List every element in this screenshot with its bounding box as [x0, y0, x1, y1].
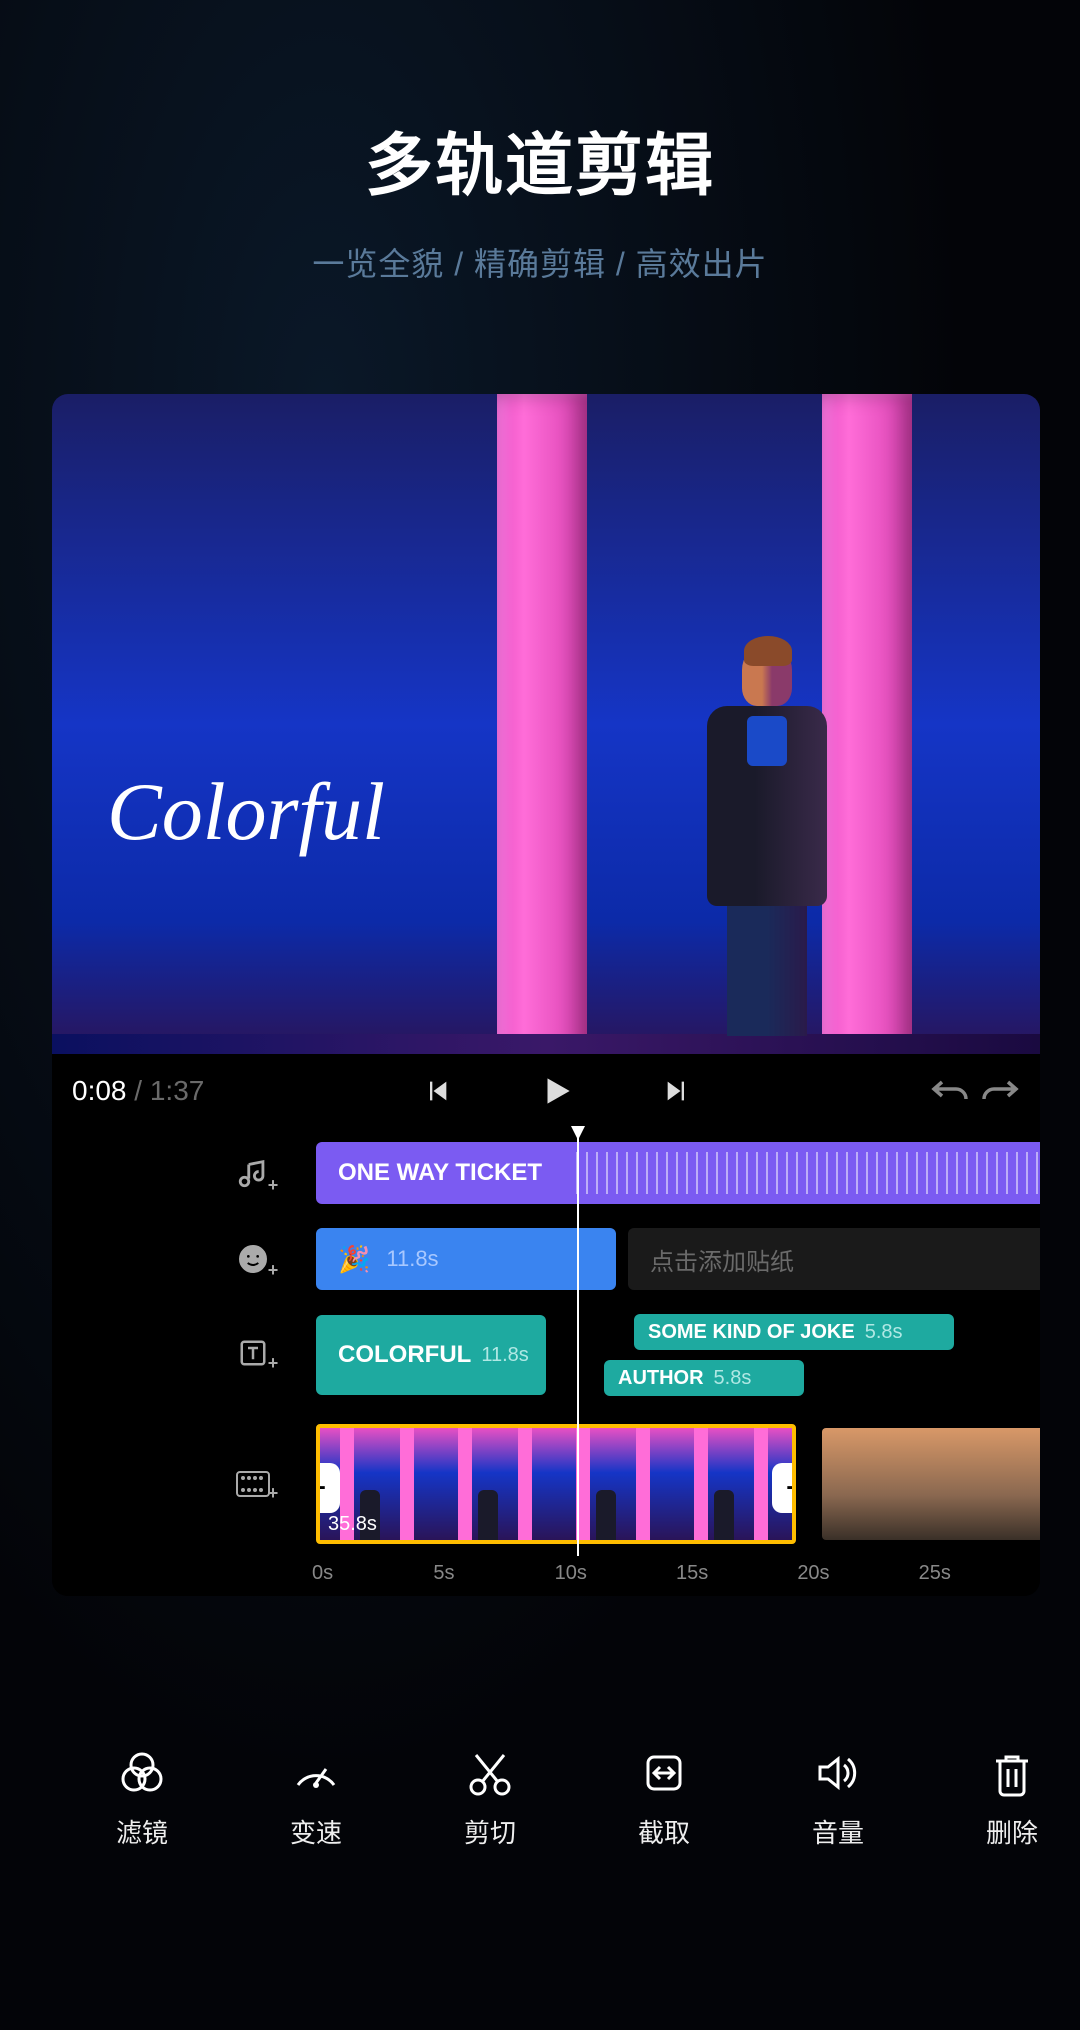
ruler-tick: 15s: [676, 1562, 797, 1585]
total-time: 1:37: [150, 1075, 205, 1106]
video-clip[interactable]: [822, 1428, 1040, 1540]
sticker-emoji: 🎉: [338, 1244, 370, 1275]
add-sticker-placeholder[interactable]: 点击添加贴纸: [628, 1228, 1040, 1290]
skip-prev-icon: [423, 1077, 451, 1105]
crop-tool[interactable]: 截取: [614, 1747, 714, 1850]
video-clip-duration: 35.8s: [328, 1513, 377, 1536]
video-clip-selected[interactable]: + 35.8s +: [316, 1424, 796, 1544]
ruler-tick: 5s: [433, 1562, 554, 1585]
play-button[interactable]: [467, 1072, 647, 1110]
text-clip-main[interactable]: COLORFUL 11.8s: [316, 1315, 546, 1395]
sticker-duration: 11.8s: [386, 1246, 438, 1272]
volume-icon: [812, 1747, 864, 1799]
tool-label: 音量: [812, 1813, 864, 1850]
preview-decor: [822, 394, 912, 1054]
undo-icon: [930, 1074, 970, 1104]
redo-icon: [980, 1074, 1020, 1104]
crop-icon: [638, 1747, 690, 1799]
text-clip[interactable]: SOME KIND OF JOKE 5.8s: [634, 1314, 954, 1350]
playhead[interactable]: [577, 1128, 579, 1556]
speed-tool[interactable]: 变速: [266, 1747, 366, 1850]
clip-add-right[interactable]: +: [772, 1463, 796, 1513]
play-icon: [538, 1072, 576, 1110]
text-clip-label: SOME KIND OF JOKE: [648, 1321, 855, 1344]
timecode: 0:08 / 1:37: [72, 1075, 204, 1107]
text-clip-label: AUTHOR: [618, 1367, 704, 1390]
ruler-tick: 20s: [797, 1562, 918, 1585]
tool-label: 截取: [638, 1813, 690, 1850]
tool-label: 变速: [290, 1813, 342, 1850]
clip-add-left[interactable]: +: [316, 1463, 340, 1513]
tool-label: 删除: [986, 1813, 1038, 1850]
tool-label: 滤镜: [116, 1813, 168, 1850]
skip-next-icon: [663, 1077, 691, 1105]
text-clip-duration: 5.8s: [865, 1321, 903, 1344]
preview-decor: [52, 1034, 1040, 1054]
music-track: + ONE WAY TICKET: [52, 1142, 1040, 1204]
add-music-button[interactable]: +: [228, 1156, 278, 1190]
redo-button[interactable]: [980, 1074, 1020, 1109]
ruler-tick: 0s: [312, 1562, 433, 1585]
text-icon: [238, 1338, 268, 1368]
text-clip-duration: 11.8s: [481, 1344, 528, 1367]
add-sticker-button[interactable]: +: [228, 1243, 278, 1275]
emoji-icon: [237, 1243, 269, 1275]
time-ruler: 0s 5s 10s 15s 20s 25s: [52, 1556, 1040, 1596]
preview-decor: [497, 394, 587, 1054]
volume-tool[interactable]: 音量: [788, 1747, 888, 1850]
current-time: 0:08: [72, 1075, 127, 1106]
video-track: + + 35.8s +: [52, 1420, 1040, 1548]
transport-bar: 0:08 / 1:37: [52, 1054, 1040, 1128]
sticker-clip[interactable]: 🎉 11.8s: [316, 1228, 616, 1290]
music-clip[interactable]: ONE WAY TICKET: [316, 1142, 1040, 1204]
filter-icon: [116, 1747, 168, 1799]
waveform: [576, 1152, 1040, 1194]
sticker-placeholder-text: 点击添加贴纸: [650, 1242, 794, 1277]
undo-button[interactable]: [930, 1074, 970, 1109]
delete-tool[interactable]: 删除: [962, 1747, 1062, 1850]
tool-bar: 滤镜 变速 剪切 截取 音量 删除: [52, 1747, 1080, 1850]
add-text-button[interactable]: +: [228, 1338, 278, 1368]
page-title: 多轨道剪辑: [0, 110, 1080, 209]
scissors-icon: [464, 1747, 516, 1799]
speed-icon: [290, 1747, 342, 1799]
preview-text-overlay: Colorful: [107, 765, 385, 859]
preview-decor: [732, 646, 827, 1036]
page-subtitle: 一览全貌 / 精确剪辑 / 高效出片: [0, 239, 1080, 285]
trash-icon: [986, 1747, 1038, 1799]
text-clip-label: COLORFUL: [338, 1341, 471, 1369]
prev-button[interactable]: [407, 1077, 467, 1105]
ruler-tick: 25s: [919, 1562, 1040, 1585]
editor-panel: Colorful 0:08 / 1:37: [52, 394, 1040, 1596]
next-button[interactable]: [647, 1077, 707, 1105]
cut-tool[interactable]: 剪切: [440, 1747, 540, 1850]
filter-tool[interactable]: 滤镜: [92, 1747, 192, 1850]
add-video-button[interactable]: +: [228, 1470, 278, 1498]
sticker-track: + 🎉 11.8s 点击添加贴纸: [52, 1228, 1040, 1290]
ruler-tick: 10s: [555, 1562, 676, 1585]
tool-label: 剪切: [464, 1813, 516, 1850]
text-clip-duration: 5.8s: [714, 1367, 752, 1390]
text-track: + COLORFUL 11.8s SOME KIND OF JOKE 5.8s …: [52, 1314, 1040, 1396]
timeline[interactable]: + ONE WAY TICKET + 🎉 11.8s 点: [52, 1128, 1040, 1596]
text-clip[interactable]: AUTHOR 5.8s: [604, 1360, 804, 1396]
music-clip-title: ONE WAY TICKET: [338, 1159, 542, 1187]
music-icon: [236, 1156, 270, 1190]
video-preview[interactable]: Colorful: [52, 394, 1040, 1054]
